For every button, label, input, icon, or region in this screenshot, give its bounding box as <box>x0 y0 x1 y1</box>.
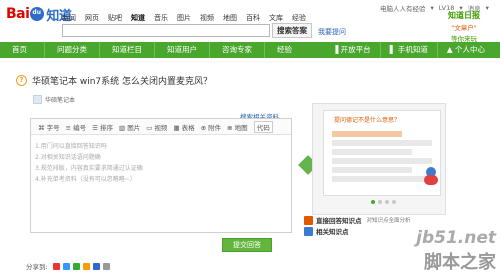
promo-line <box>332 140 432 146</box>
attachment-button[interactable]: ⊕ 附件 <box>201 122 222 132</box>
question-icon: ? <box>16 75 27 86</box>
promo-line <box>332 176 432 182</box>
author-name[interactable]: 华硕笔记本 <box>45 95 75 104</box>
editor-placeholder: 1.用门问以直接回答知识吗 2.对相关知识话语问题确 3.规范排版，内容真实要求… <box>31 135 291 191</box>
username-link[interactable]: 电脑人人有经验 <box>380 3 426 13</box>
question-author: 华硕笔记本 <box>33 95 75 104</box>
nav-profile[interactable]: ▲ 个人中心 <box>436 42 494 58</box>
link-desc: 对知识点全面分析 <box>366 218 411 224</box>
promo-carousel[interactable]: 提问德记不是什么意思？ <box>312 103 446 215</box>
weibo-icon[interactable] <box>52 262 60 270</box>
sort-button[interactable]: ☰ 排序 <box>92 122 113 132</box>
hint-line: 2.对相关知识话语问题确 <box>35 154 101 161</box>
pager-dot[interactable] <box>378 200 382 204</box>
banner-subtitle: "文章户" <box>451 24 477 32</box>
wechat-icon[interactable] <box>72 262 80 270</box>
main-nav: 首页 问题分类 知道栏目 知道用户 咨询专家 经验 ▐ 开放平台 ▌ 手机知道 … <box>0 42 500 58</box>
nav-columns[interactable]: 知道栏目 <box>99 42 154 58</box>
nav-mobile[interactable]: ▌ 手机知道 <box>379 42 437 58</box>
pin-icon <box>424 175 438 185</box>
numbering-button[interactable]: ≡ 编号 <box>66 122 87 132</box>
more-share-icon[interactable] <box>102 262 110 270</box>
nav-experts[interactable]: 咨询专家 <box>209 42 264 58</box>
question-title: 华硕笔记本 win7系统 怎么关闭内置麦克风？ <box>32 77 213 87</box>
share-bar: 分享到: <box>26 261 110 271</box>
daily-banner[interactable]: 知道日报 "文章户" 等你来玩 <box>434 10 494 43</box>
watermark: jb51.net 脚本之家 <box>416 228 496 274</box>
qq-icon[interactable] <box>82 262 90 270</box>
banner-title: 知道日报 <box>448 11 480 20</box>
nav-open-platform[interactable]: ▐ 开放平台 <box>324 42 380 58</box>
qzone-icon[interactable] <box>62 262 70 270</box>
direct-answer-link[interactable]: 直接回答知识点 对知识点全面分析 <box>304 215 411 225</box>
watermark-domain: jb51.net <box>416 228 496 248</box>
nav-music[interactable]: 音乐 <box>154 13 168 23</box>
question-header: ? 华硕笔记本 win7系统 怎么关闭内置麦克风？ <box>16 74 212 87</box>
promo-line <box>332 149 412 155</box>
avatar[interactable] <box>33 95 42 104</box>
nav-video[interactable]: 视频 <box>200 13 214 23</box>
nav-news[interactable]: 新闻 <box>62 13 76 23</box>
related-knowledge-link[interactable]: 相关知识点 <box>304 226 349 236</box>
video-button[interactable]: ▭ 视频 <box>146 122 167 132</box>
submit-answer-button[interactable]: 提交回答 <box>222 238 272 252</box>
search-answer-button[interactable]: 搜索答案 <box>272 23 312 38</box>
paw-icon <box>30 7 45 21</box>
nav-right-group: ▐ 开放平台 ▌ 手机知道 ▲ 个人中心 <box>324 42 494 58</box>
answer-editor[interactable]: ⌘ 字号 ≡ 编号 ☰ 排序 ▧ 图片 ▭ 视频 ▦ 表格 ⊕ 附件 ≣ 地图 … <box>30 118 292 233</box>
pager-dot[interactable] <box>385 200 389 204</box>
nav-zhidao[interactable]: 知道 <box>131 13 145 23</box>
promo-title: 提问德记不是什么意思？ <box>334 117 401 124</box>
nav-experience[interactable]: 经验 <box>264 42 304 58</box>
top-header: Bai 知道 新闻 网页 贴吧 知道 音乐 图片 视频 地图 百科 文库 经验 … <box>0 0 500 43</box>
hint-line: 1.用门问以直接回答知识吗 <box>35 143 107 150</box>
pager-dot[interactable] <box>371 200 375 204</box>
table-button[interactable]: ▦ 表格 <box>173 122 194 132</box>
code-select[interactable]: 代码 <box>253 120 273 133</box>
pager-dot[interactable] <box>392 200 396 204</box>
promo-screenshot: 提问德记不是什么意思？ <box>323 110 441 196</box>
nav-categories[interactable]: 问题分类 <box>44 42 99 58</box>
nav-home[interactable]: 首页 <box>0 42 44 58</box>
search-input[interactable] <box>62 24 270 37</box>
image-button[interactable]: ▧ 图片 <box>119 122 140 132</box>
ask-question-link[interactable]: 我要提问 <box>318 27 346 37</box>
logo-text-bai: Bai <box>6 6 30 22</box>
link-title: 相关知识点 <box>316 228 349 236</box>
hint-line: 3.规范排版，内容真实要求简通过认证确 <box>35 165 143 172</box>
nav-wenku[interactable]: 文库 <box>269 13 283 23</box>
related-icon <box>304 226 313 236</box>
nav-users[interactable]: 知道用户 <box>154 42 209 58</box>
promo-line <box>332 131 402 137</box>
promo-line <box>332 167 412 173</box>
top-nav: 新闻 网页 贴吧 知道 音乐 图片 视频 地图 百科 文库 经验 <box>62 13 306 23</box>
watermark-name: 脚本之家 <box>424 252 496 273</box>
carousel-pager <box>371 200 396 204</box>
editor-toolbar: ⌘ 字号 ≡ 编号 ☰ 排序 ▧ 图片 ▭ 视频 ▦ 表格 ⊕ 附件 ≣ 地图 … <box>31 119 291 135</box>
renren-icon[interactable] <box>92 262 100 270</box>
nav-web[interactable]: 网页 <box>85 13 99 23</box>
map-button[interactable]: ≣ 地图 <box>227 122 248 132</box>
font-size-button[interactable]: ⌘ 字号 <box>38 122 60 132</box>
nav-baike[interactable]: 百科 <box>246 13 260 23</box>
knowledge-icon <box>304 215 313 225</box>
nav-images[interactable]: 图片 <box>177 13 191 23</box>
hint-line: 4.补充单考资料（没有可以忽略略~） <box>35 176 136 183</box>
nav-jingyan[interactable]: 经验 <box>292 13 306 23</box>
link-title: 直接回答知识点 <box>316 217 362 225</box>
nav-tieba[interactable]: 贴吧 <box>108 13 122 23</box>
promo-line <box>332 158 432 164</box>
share-label: 分享到: <box>26 263 48 271</box>
nav-map[interactable]: 地图 <box>223 13 237 23</box>
